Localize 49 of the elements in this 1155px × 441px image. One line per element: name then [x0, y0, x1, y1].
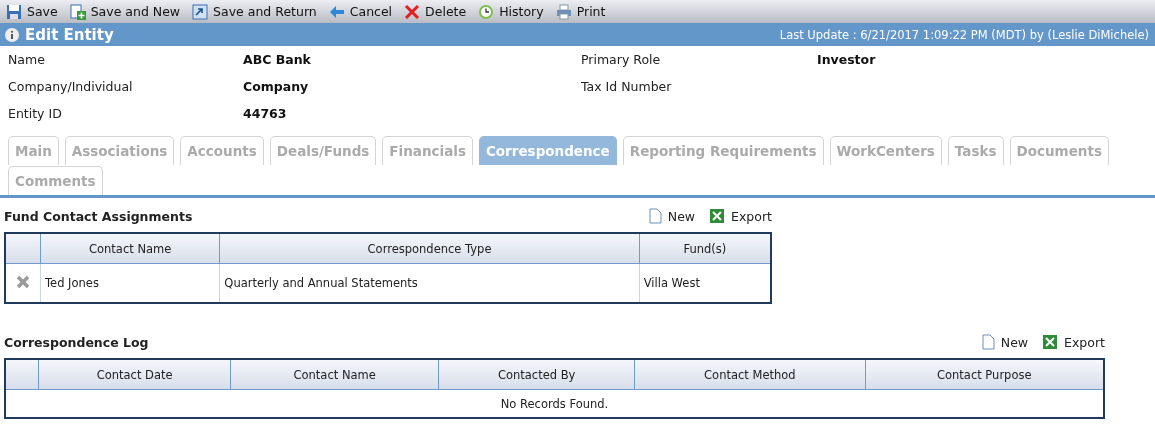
- export-link[interactable]: Export: [1042, 334, 1105, 350]
- empty-message: No Records Found.: [5, 389, 1104, 418]
- column-header: Contact Name: [40, 233, 220, 264]
- field-value: Company: [243, 79, 309, 94]
- toolbar-button[interactable]: Save: [4, 3, 60, 20]
- last-update-text: Last Update : 6/21/2017 1:09:22 PM (MDT) by (Leslie DiMichele): [779, 27, 1149, 42]
- column-header: Contact Purpose: [865, 359, 1104, 390]
- column-header: Contact Method: [634, 359, 865, 390]
- left-arrow-icon: [328, 4, 345, 19]
- field-label: Primary Role: [581, 52, 661, 67]
- column-header: Correspondence Type: [219, 233, 640, 264]
- table-cell: Ted Jones: [40, 263, 220, 303]
- column-header: Contact Date: [38, 359, 231, 390]
- table-cell: Villa West: [639, 263, 771, 303]
- toolbar-button[interactable]: Save and Return: [190, 3, 319, 20]
- page-title: Edit Entity: [25, 25, 114, 44]
- spreadsheet-icon: [1042, 334, 1059, 350]
- document-icon: [981, 334, 995, 350]
- toolbar-button[interactable]: Print: [553, 3, 608, 20]
- field-value: ABC Bank: [243, 52, 311, 67]
- close-icon[interactable]: [15, 274, 30, 289]
- toolbar-button[interactable]: Delete: [402, 3, 469, 20]
- field-value: Investor: [817, 52, 876, 67]
- document-plus-icon: [69, 3, 86, 20]
- field-label: Tax Id Number: [581, 79, 672, 94]
- field-label: Name: [8, 52, 45, 67]
- export-link[interactable]: Export: [709, 208, 772, 224]
- column-header: [5, 359, 39, 390]
- section-title: Correspondence Log: [4, 334, 149, 350]
- column-header: Contacted By: [438, 359, 635, 390]
- clock-icon: [478, 3, 495, 20]
- toolbar-button[interactable]: Save and New: [67, 3, 183, 20]
- field-value: 44763: [243, 106, 287, 121]
- field-label: Entity ID: [8, 106, 62, 121]
- column-header: Contact Name: [230, 359, 439, 390]
- document-icon: [648, 208, 662, 224]
- printer-icon: [555, 3, 572, 20]
- field-label: Company/Individual: [8, 79, 133, 94]
- column-header: Fund(s): [639, 233, 771, 264]
- info-icon: [5, 27, 19, 42]
- toolbar-button[interactable]: History: [476, 3, 546, 20]
- column-header: [5, 233, 41, 264]
- new-link[interactable]: New: [648, 208, 696, 224]
- toolbar-button[interactable]: Cancel: [326, 4, 395, 19]
- table-cell: Quarterly and Annual Statements: [219, 263, 640, 303]
- close-icon: [404, 3, 421, 20]
- spreadsheet-icon: [709, 208, 726, 224]
- section-title: Fund Contact Assignments: [4, 208, 193, 224]
- new-link[interactable]: New: [981, 334, 1029, 350]
